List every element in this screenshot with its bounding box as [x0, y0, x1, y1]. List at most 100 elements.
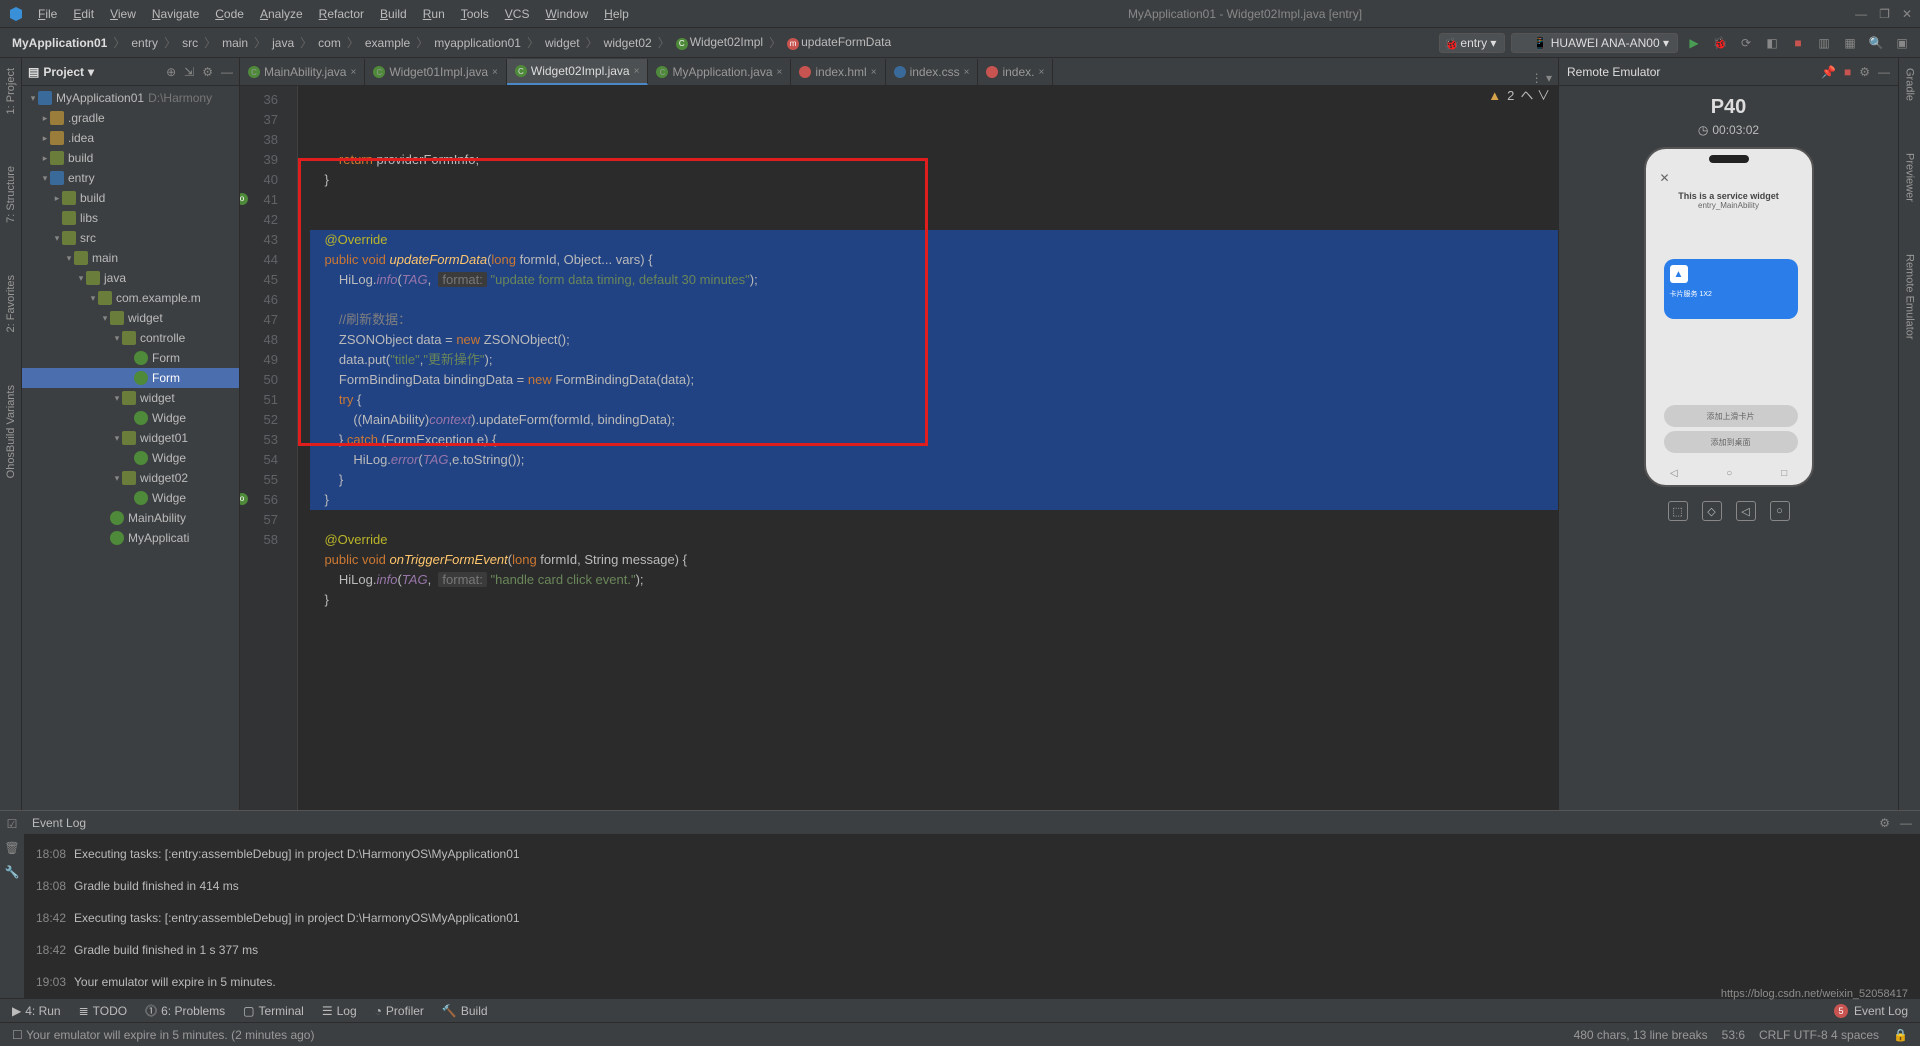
tree-node[interactable]: ▾com.example.m [22, 288, 239, 308]
tree-node[interactable]: ▾widget01 [22, 428, 239, 448]
editor-tab[interactable]: CMainAbility.java × [240, 59, 365, 85]
expand-icon[interactable]: ⇲ [184, 65, 194, 79]
hide-icon[interactable]: — [221, 65, 233, 79]
crumb-1[interactable]: entry [127, 34, 162, 52]
widget-card[interactable]: ▲ 卡片服务 1X2 [1664, 259, 1798, 319]
run-icon[interactable]: ▶ [1684, 33, 1704, 53]
menu-build[interactable]: Build [374, 5, 413, 23]
menu-help[interactable]: Help [598, 5, 635, 23]
settings-icon[interactable]: ▣ [1892, 33, 1912, 53]
override-icon[interactable]: o [240, 193, 248, 205]
run-tab[interactable]: ▶ 4: Run [12, 1004, 61, 1018]
avd-icon[interactable]: ▥ [1814, 33, 1834, 53]
tree-node[interactable]: Widge [22, 488, 239, 508]
profiler-tab[interactable]: ◔ Profiler [375, 1004, 424, 1018]
tab-close-icon[interactable]: × [964, 67, 970, 78]
terminal-tab[interactable]: ▢ Terminal [243, 1004, 304, 1018]
emulator-gear-icon[interactable]: ⚙ [1859, 65, 1870, 79]
tab-close-icon[interactable]: × [777, 67, 783, 78]
menu-edit[interactable]: Edit [67, 5, 100, 23]
menu-navigate[interactable]: Navigate [146, 5, 205, 23]
left-tab[interactable]: 1: Project [3, 62, 19, 120]
tab-close-icon[interactable]: × [350, 67, 356, 78]
tree-node[interactable]: Form [22, 348, 239, 368]
pill-add-slide[interactable]: 添加上滑卡片 [1664, 405, 1798, 427]
minimize-icon[interactable]: — [1855, 7, 1867, 21]
stop-icon[interactable]: ■ [1788, 33, 1808, 53]
crumb-11[interactable]: mupdateFormData [783, 33, 895, 52]
tree-node[interactable]: ▸build [22, 148, 239, 168]
trash-icon[interactable]: 🗑 [4, 841, 19, 855]
problems-tab[interactable]: ⓵ 6: Problems [145, 1002, 225, 1019]
device-combo[interactable]: 📱 HUAWEI ANA-AN00 ▾ [1511, 33, 1678, 53]
tree-node[interactable]: ▾MyApplication01D:\Harmony [22, 88, 239, 108]
override-icon[interactable]: o [240, 493, 248, 505]
event-log-tab[interactable]: Event Log [1854, 1004, 1908, 1018]
project-tree[interactable]: ▾MyApplication01D:\Harmony▸.gradle▸.idea… [22, 86, 239, 810]
profile-icon[interactable]: ◧ [1762, 33, 1782, 53]
left-tab[interactable]: 7: Structure [3, 160, 19, 229]
search-icon[interactable]: 🔍 [1866, 33, 1886, 53]
tree-node[interactable]: ▾widget02 [22, 468, 239, 488]
tree-node[interactable]: libs [22, 208, 239, 228]
gear-icon[interactable]: ⚙ [202, 65, 213, 79]
right-tab[interactable]: Previewer [1902, 147, 1918, 208]
crumb-3[interactable]: main [218, 34, 252, 52]
tree-node[interactable]: Form [22, 368, 239, 388]
crumb-9[interactable]: widget02 [600, 34, 656, 52]
back-icon[interactable]: ◁ [1736, 501, 1756, 521]
crumb-2[interactable]: src [178, 34, 202, 52]
crumb-7[interactable]: myapplication01 [430, 34, 525, 52]
tree-node[interactable]: Widge [22, 408, 239, 428]
maximize-icon[interactable]: ❐ [1879, 7, 1890, 21]
build-tab[interactable]: 🔨 Build [442, 1004, 488, 1018]
tree-node[interactable]: ▸build [22, 188, 239, 208]
left-tab[interactable]: OhosBuild Variants [3, 379, 19, 484]
crumb-6[interactable]: example [361, 34, 414, 52]
crumb-0[interactable]: MyApplication01 [8, 34, 111, 52]
coverage-icon[interactable]: ⟳ [1736, 33, 1756, 53]
tree-node[interactable]: ▾entry [22, 168, 239, 188]
menu-file[interactable]: File [32, 5, 63, 23]
tab-close-icon[interactable]: × [871, 67, 877, 78]
log-entries[interactable]: 18:08Executing tasks: [:entry:assembleDe… [24, 835, 1920, 998]
pill-add-desktop[interactable]: 添加到桌面 [1664, 431, 1798, 453]
left-tab[interactable]: 2: Favorites [3, 269, 19, 338]
phone-close-icon[interactable]: ✕ [1660, 171, 1670, 185]
tree-node[interactable]: ▸.idea [22, 128, 239, 148]
crumb-5[interactable]: com [314, 34, 345, 52]
home-icon[interactable]: ○ [1770, 501, 1790, 521]
code-area[interactable]: ▲2 ヘ ∨ return providerFormInfo; } @Overr… [298, 86, 1558, 810]
screenshot-icon[interactable]: ⬚ [1668, 501, 1688, 521]
tree-node[interactable]: ▾controlle [22, 328, 239, 348]
tree-node[interactable]: MainAbility [22, 508, 239, 528]
menu-tools[interactable]: Tools [455, 5, 495, 23]
debug-icon[interactable]: 🐞 [1710, 33, 1730, 53]
editor-tab[interactable]: CMyApplication.java × [648, 59, 791, 85]
tree-node[interactable]: ▾widget [22, 388, 239, 408]
right-tab[interactable]: Remote Emulator [1902, 248, 1918, 346]
editor-tab[interactable]: index. × [978, 59, 1053, 85]
todo-tab[interactable]: ≣ TODO [79, 1004, 128, 1018]
rotate-icon[interactable]: ◇ [1702, 501, 1722, 521]
editor-tab[interactable]: CWidget02Impl.java × [507, 59, 649, 85]
phone-frame[interactable]: ✕ This is a service widget entry_MainAbi… [1644, 147, 1814, 487]
sdk-icon[interactable]: ▦ [1840, 33, 1860, 53]
tab-close-icon[interactable]: × [1038, 67, 1044, 78]
tree-node[interactable]: ▾widget [22, 308, 239, 328]
tree-node[interactable]: ▾main [22, 248, 239, 268]
tree-node[interactable]: ▾java [22, 268, 239, 288]
menu-view[interactable]: View [104, 5, 142, 23]
tab-close-icon[interactable]: × [492, 67, 498, 78]
menu-window[interactable]: Window [539, 5, 594, 23]
code-editor[interactable]: 363738394041o424344454647484950515253545… [240, 86, 1558, 810]
log-gear-icon[interactable]: ⚙ [1879, 816, 1890, 830]
menu-analyze[interactable]: Analyze [254, 5, 309, 23]
tab-close-icon[interactable]: × [634, 66, 640, 77]
crumb-10[interactable]: CWidget02Impl [672, 33, 767, 52]
log-tab[interactable]: ☰ Log [322, 1004, 357, 1018]
crumb-8[interactable]: widget [541, 34, 584, 52]
project-pane-title[interactable]: ▤ Project ▾ [28, 65, 94, 79]
close-icon[interactable]: ✕ [1902, 7, 1912, 21]
editor-tab[interactable]: index.css × [886, 59, 979, 85]
